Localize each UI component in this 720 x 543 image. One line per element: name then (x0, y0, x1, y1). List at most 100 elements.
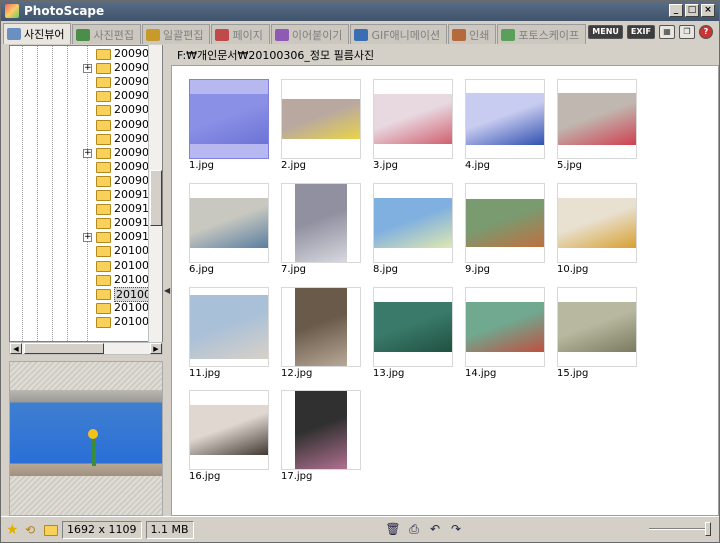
tab-5[interactable]: GIF애니메이션 (350, 24, 448, 44)
tab-7[interactable]: 포토스케이프 (497, 24, 587, 44)
exif-button[interactable]: EXIF (626, 25, 655, 39)
folder-icon (96, 260, 111, 272)
folder-open-icon[interactable] (44, 524, 58, 536)
rotate-right-icon[interactable]: ↷ (448, 521, 464, 537)
tree-item[interactable]: 200909 (10, 174, 160, 188)
folder-icon (96, 288, 111, 300)
thumbnail[interactable] (281, 79, 361, 159)
tree-item[interactable]: 200907 (10, 103, 160, 117)
thumbnail[interactable] (189, 390, 269, 470)
folder-icon (96, 147, 111, 159)
collapse-arrow-icon[interactable]: ◀ (164, 281, 170, 301)
folder-icon (96, 161, 111, 173)
tree-item[interactable]: +200909 (10, 146, 160, 160)
pane-splitter[interactable]: ◀ (163, 45, 171, 516)
thumbnail[interactable] (281, 287, 361, 367)
thumbnail[interactable] (189, 287, 269, 367)
thumbnail-image (558, 93, 636, 145)
tree-item[interactable]: 201004 (10, 301, 160, 315)
thumbnail-image (295, 288, 347, 366)
toolbar-icons: MENU EXIF ▦ ❐ ? (588, 25, 713, 39)
thumbnail[interactable] (557, 183, 637, 263)
thumbnail[interactable] (557, 287, 637, 367)
tab-3[interactable]: 페이지 (211, 24, 270, 44)
thumbnail[interactable] (373, 183, 453, 263)
folder-icon (96, 316, 111, 328)
window-title: PhotoScape (24, 4, 105, 18)
scroll-right-arrow[interactable]: ▶ (150, 343, 162, 354)
tab-4[interactable]: 이어붙이기 (270, 24, 350, 44)
delete-icon[interactable]: 🗑 (385, 521, 401, 537)
help-icon[interactable]: ? (699, 25, 713, 39)
folder-icon (96, 91, 111, 103)
tree-item[interactable]: 201001 (10, 244, 160, 258)
thumbnail[interactable] (189, 79, 269, 159)
rotate-left-icon[interactable]: ↶ (427, 521, 443, 537)
tree-item[interactable]: 200910 (10, 216, 160, 230)
zoom-slider[interactable] (649, 522, 711, 536)
tree-item[interactable]: 201003 (10, 286, 160, 302)
rotate-icon[interactable]: ⟲ (25, 523, 39, 537)
thumbnail-image (190, 405, 268, 455)
thumbnail[interactable] (189, 183, 269, 263)
tree-item[interactable]: 201003 (10, 273, 160, 287)
folder-icon (96, 175, 111, 187)
thumbnail-image (374, 94, 452, 144)
tree-item[interactable]: 200910 (10, 188, 160, 202)
tree-item[interactable]: 200909 (10, 160, 160, 174)
thumbnail[interactable] (281, 390, 361, 470)
tree-item[interactable]: 200906 (10, 89, 160, 103)
tree-horizontal-scrollbar[interactable]: ◀ ▶ (9, 342, 163, 355)
tree-hscroll-thumb[interactable] (24, 343, 104, 354)
thumbnail[interactable] (373, 79, 453, 159)
tree-expand-icon[interactable]: + (83, 233, 92, 243)
thumbnail-label: 8.jpg (373, 264, 399, 275)
photoscape-window: PhotoScape _ □ × 사진뷰어 사진편집 일괄편집 페이지 이어붙이기 GIF… (0, 0, 720, 543)
tree-item[interactable]: +200912 (10, 230, 160, 244)
preview-sunflower (88, 429, 98, 466)
maximize-button[interactable]: □ (685, 4, 699, 17)
thumbnail-image (282, 99, 360, 139)
tree-item[interactable]: 201002 (10, 259, 160, 273)
thumbnail[interactable] (465, 183, 545, 263)
thumbnail[interactable] (465, 287, 545, 367)
app-icon (5, 4, 19, 18)
thumbnail[interactable] (373, 287, 453, 367)
tab-label: 페이지 (232, 28, 263, 42)
thumbnail[interactable] (465, 79, 545, 159)
zoom-knob[interactable] (705, 522, 711, 536)
tab-label: 이어붙이기 (291, 28, 343, 42)
tab-1[interactable]: 사진편집 (72, 24, 141, 44)
folder-tree: 200903 +200904 200905 200906 200907 200908 200… (9, 45, 163, 342)
minimize-button[interactable]: _ (669, 4, 683, 17)
tree-item[interactable]: 200910 (10, 202, 160, 216)
star-icon[interactable]: ★ (6, 523, 20, 537)
tab-2[interactable]: 일괄편집 (141, 24, 211, 44)
slideshow-icon[interactable]: ▦ (659, 25, 675, 39)
close-button[interactable]: × (701, 4, 715, 17)
tree-item[interactable]: 200903 (10, 47, 160, 61)
tab-6[interactable]: 인쇄 (448, 24, 497, 44)
thumbnail-label: 10.jpg (557, 264, 589, 275)
tab-0[interactable]: 사진뷰어 (3, 23, 72, 44)
thumbnail[interactable] (557, 79, 637, 159)
tree-vertical-scrollbar[interactable] (148, 45, 162, 342)
menu-button[interactable]: MENU (588, 25, 623, 39)
scroll-left-arrow[interactable]: ◀ (10, 343, 22, 354)
thumbnail[interactable] (281, 183, 361, 263)
tree-item[interactable]: 200908 (10, 118, 160, 132)
tab-label: GIF애니메이션 (371, 28, 441, 42)
copy-icon[interactable]: ❐ (679, 25, 695, 39)
print-icon[interactable]: ⎙ (406, 521, 422, 537)
tree-scroll-thumb[interactable] (150, 170, 162, 226)
tree-expand-icon[interactable]: + (83, 64, 92, 74)
image-filesize: 1.1 MB (145, 520, 194, 539)
thumbnail-image (558, 302, 636, 352)
tree-item[interactable]: 200905 (10, 75, 160, 89)
folder-icon (96, 63, 111, 75)
status-bar: ★ ⟲ 1692 x 1109 1.1 MB 🗑 ⎙ ↶ ↷ (1, 516, 719, 542)
tree-item[interactable]: +200904 (10, 61, 160, 75)
tree-expand-icon[interactable]: + (83, 148, 92, 158)
tree-item[interactable]: 200908 (10, 132, 160, 146)
tree-item[interactable]: 201004 (10, 315, 160, 329)
